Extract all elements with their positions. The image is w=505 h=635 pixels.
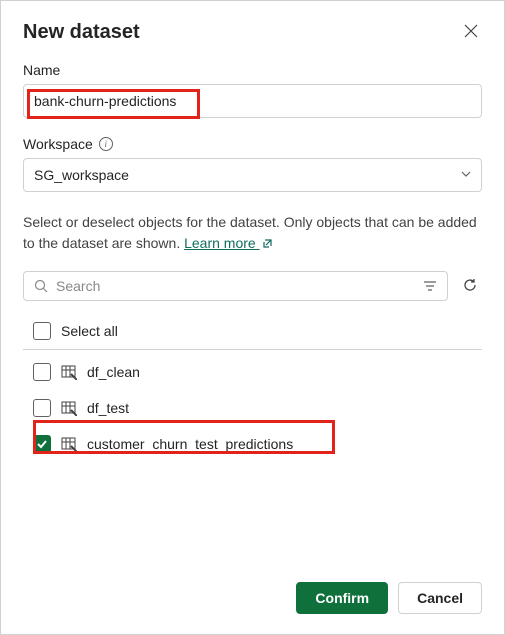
item-checkbox[interactable] [33, 435, 51, 453]
close-icon [464, 24, 478, 38]
name-label: Name [23, 62, 60, 78]
check-icon [36, 438, 48, 450]
helper-text: Select or deselect objects for the datas… [23, 212, 482, 255]
confirm-button[interactable]: Confirm [296, 582, 388, 614]
item-label: customer_churn_test_predictions [87, 436, 293, 452]
search-box[interactable] [23, 271, 448, 301]
name-label-row: Name [23, 62, 482, 78]
select-all-row[interactable]: Select all [23, 313, 482, 350]
search-input[interactable] [56, 278, 415, 294]
item-checkbox[interactable] [33, 363, 51, 381]
list-item[interactable]: df_test [23, 390, 482, 426]
search-icon [34, 279, 48, 293]
cancel-button[interactable]: Cancel [398, 582, 482, 614]
list-item[interactable]: customer_churn_test_predictions [23, 426, 482, 462]
select-all-checkbox[interactable] [33, 322, 51, 340]
list-item[interactable]: df_clean [23, 354, 482, 390]
workspace-select[interactable]: SG_workspace [23, 158, 482, 192]
info-icon[interactable]: i [99, 137, 113, 151]
object-list: Select all df_clean df_test customer_chu… [23, 313, 482, 462]
external-link-icon [262, 236, 274, 252]
workspace-select-button[interactable]: SG_workspace [23, 158, 482, 192]
refresh-button[interactable] [458, 273, 482, 300]
item-checkbox[interactable] [33, 399, 51, 417]
new-dataset-dialog: New dataset Name Workspace i SG_workspac… [1, 1, 504, 634]
select-all-label: Select all [61, 323, 118, 339]
dialog-header: New dataset [23, 21, 482, 44]
table-icon [61, 364, 77, 380]
workspace-label-row: Workspace i [23, 136, 482, 152]
refresh-icon [462, 277, 478, 293]
dialog-title: New dataset [23, 21, 140, 44]
item-label: df_clean [87, 364, 140, 380]
table-icon [61, 436, 77, 452]
filter-icon[interactable] [423, 279, 437, 293]
dialog-footer: Confirm Cancel [23, 568, 482, 614]
workspace-label: Workspace [23, 136, 93, 152]
item-label: df_test [87, 400, 129, 416]
search-row [23, 271, 482, 301]
close-button[interactable] [460, 21, 482, 43]
table-icon [61, 400, 77, 416]
name-input[interactable] [23, 84, 482, 118]
learn-more-link[interactable]: Learn more [184, 235, 259, 251]
